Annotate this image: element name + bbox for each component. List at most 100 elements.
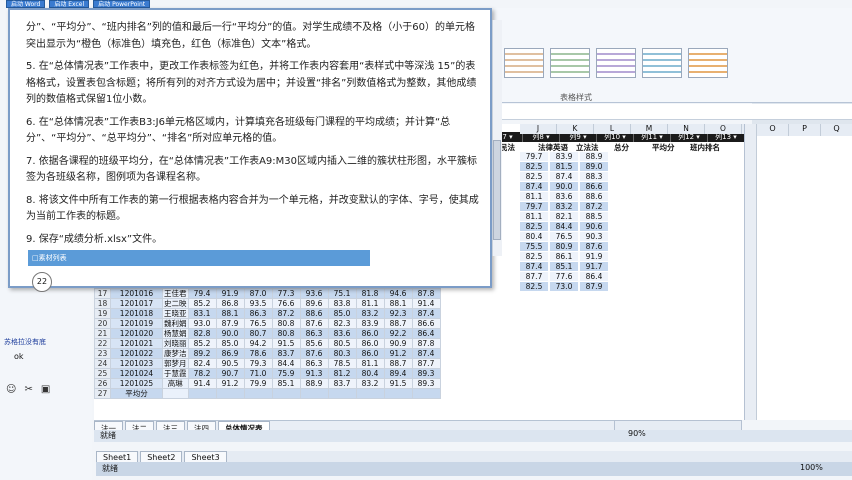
score-cell[interactable]: 81.8 [355,288,385,299]
score-cell[interactable]: 80.7 [243,328,273,339]
score-cell[interactable]: 86.6 [580,182,608,191]
score-cell[interactable]: 82.5 [520,222,548,231]
score-cell[interactable]: 89.0 [580,162,608,171]
zoom-level[interactable]: 90% [628,429,646,438]
row-header[interactable]: 20 [94,318,111,329]
score-cell[interactable]: 83.7 [271,348,301,359]
score-cell[interactable]: 85.1 [550,262,578,271]
column-header[interactable]: J [520,124,557,134]
score-cell[interactable]: 83.9 [550,152,578,161]
score-cell[interactable]: 94.6 [383,288,413,299]
score-cell[interactable]: 87.0 [243,288,273,299]
score-cell[interactable]: 90.6 [580,222,608,231]
column-header[interactable]: O [705,124,742,134]
column-header[interactable]: K [557,124,594,134]
score-cell[interactable]: 82.5 [520,282,548,291]
score-cell[interactable]: 87.7 [411,358,441,369]
score-cell[interactable]: 87.4 [520,262,548,271]
launch-excel-button[interactable]: 启动 Excel [49,0,90,8]
score-cell[interactable]: 85.0 [327,308,357,319]
dialog-scroll-thumb[interactable] [493,140,501,240]
score-cell[interactable]: 90.3 [580,232,608,241]
score-cell[interactable]: 93.0 [187,318,217,329]
score-cell[interactable]: 82.5 [520,252,548,261]
table-style-swatch[interactable] [504,48,544,78]
student-name-cell[interactable]: 王晓亚 [162,308,189,319]
image-icon[interactable]: ▣ [41,384,50,395]
student-name-cell[interactable]: 高琳 [162,378,189,389]
score-cell[interactable]: 91.4 [187,378,217,389]
student-id-cell[interactable]: 1201025 [110,378,163,389]
launch-word-button[interactable]: 启动 Word [6,0,46,8]
score-cell[interactable]: 91.2 [215,378,245,389]
score-cell[interactable]: 88.6 [580,192,608,201]
row-header[interactable]: 18 [94,298,111,309]
score-cell[interactable]: 84.4 [550,222,578,231]
score-cell[interactable]: 92.3 [383,308,413,319]
score-cell[interactable] [411,388,441,399]
column-header[interactable]: L [594,124,631,134]
score-cell[interactable]: 87.7 [520,272,548,281]
score-cell[interactable]: 89.3 [411,368,441,379]
score-cell[interactable]: 83.6 [327,328,357,339]
score-cell[interactable]: 87.4 [550,172,578,181]
score-cell[interactable]: 75.9 [271,368,301,379]
score-cell[interactable]: 91.3 [299,368,329,379]
score-cell[interactable]: 93.6 [299,288,329,299]
score-cell[interactable]: 91.2 [383,348,413,359]
score-cell[interactable]: 93.5 [243,298,273,309]
score-cell[interactable]: 91.5 [271,338,301,349]
score-cell[interactable]: 87.4 [520,182,548,191]
score-cell[interactable]: 85.2 [187,298,217,309]
score-cell[interactable]: 75.5 [520,242,548,251]
score-cell[interactable]: 90.7 [215,368,245,379]
score-cell[interactable]: 94.2 [243,338,273,349]
score-cell[interactable] [271,388,301,399]
score-cell[interactable]: 83.9 [355,318,385,329]
score-cell[interactable]: 82.3 [327,318,357,329]
column-header[interactable]: M [631,124,668,134]
row-header[interactable]: 19 [94,308,111,319]
column-header[interactable]: P [789,124,821,136]
score-cell[interactable]: 82.5 [520,162,548,171]
scissors-icon[interactable]: ✂ [24,384,32,395]
score-cell[interactable]: 87.9 [580,282,608,291]
student-id-cell[interactable]: 1201020 [110,328,163,339]
score-cell[interactable]: 83.1 [187,308,217,319]
material-list-bar[interactable]: □素材列表 [28,250,370,266]
score-cell[interactable]: 79.7 [520,202,548,211]
student-id-cell[interactable]: 1201017 [110,298,163,309]
table-style-swatch[interactable] [688,48,728,78]
student-id-cell[interactable]: 1201022 [110,348,163,359]
score-cell[interactable]: 88.7 [383,318,413,329]
row-header[interactable]: 27 [94,388,111,399]
table-style-swatch[interactable] [642,48,682,78]
outer-sheet-grid[interactable]: O P Q [756,124,852,420]
score-cell[interactable]: 80.9 [550,242,578,251]
score-cell[interactable]: 86.8 [215,298,245,309]
score-cell[interactable]: 89.2 [187,348,217,359]
score-cell[interactable]: 91.9 [580,252,608,261]
score-cell[interactable]: 90.5 [215,358,245,369]
score-cell[interactable]: 88.7 [383,358,413,369]
score-cell[interactable]: 90.0 [215,328,245,339]
score-cell[interactable]: 87.4 [411,348,441,359]
score-cell[interactable]: 84.4 [271,358,301,369]
score-cell[interactable]: 85.2 [187,338,217,349]
score-cell[interactable]: 88.9 [580,152,608,161]
score-cell[interactable]: 80.8 [271,328,301,339]
score-cell[interactable]: 87.2 [580,202,608,211]
student-id-cell[interactable]: 平均分 [110,388,163,399]
row-header[interactable]: 17 [94,288,111,299]
score-cell[interactable]: 86.4 [411,328,441,339]
student-id-cell[interactable]: 1201021 [110,338,163,349]
row-header[interactable]: 24 [94,358,111,369]
user-link[interactable]: 苏格拉没有底 [4,337,46,347]
score-cell[interactable]: 91.4 [411,298,441,309]
formula-bar[interactable] [490,104,852,120]
student-id-cell[interactable]: 1201023 [110,358,163,369]
student-name-cell[interactable]: 郭梦月 [162,358,189,369]
row-header[interactable]: 25 [94,368,111,379]
row-header[interactable]: 26 [94,378,111,389]
zoom-level[interactable]: 100% [800,463,823,472]
